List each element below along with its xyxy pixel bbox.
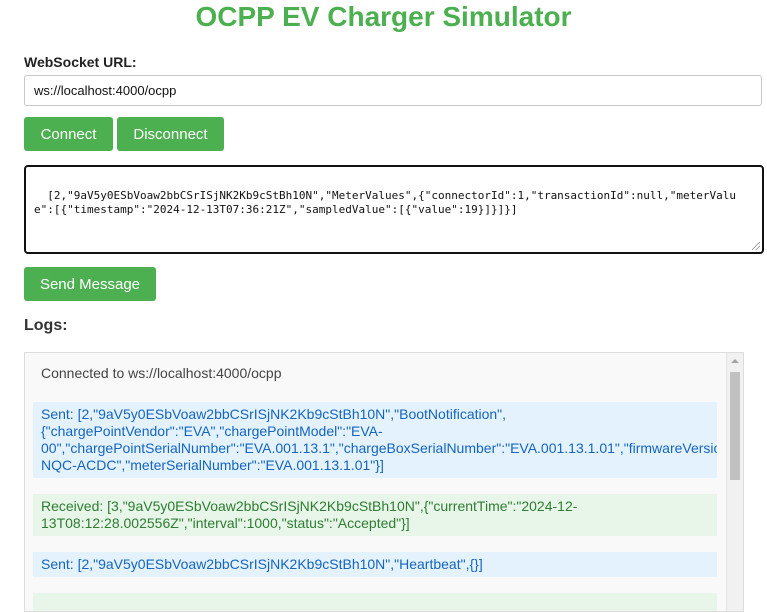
log-line: 13T08:12:28.002556Z","interval":1000,"st… [41, 515, 410, 531]
websocket-url-input[interactable]: ws://localhost:4000/ocpp [24, 75, 762, 106]
log-line: Sent: [2,"9aV5y0ESbVoaw2bbCSrISjNK2Kb9cS… [41, 406, 507, 422]
scroll-thumb[interactable] [730, 372, 740, 480]
log-line: Received: [3,"9aV5y0ESbVoaw2bbCSrISjNK2K… [41, 498, 578, 514]
message-textarea[interactable]: [2,"9aV5y0ESbVoaw2bbCSrISjNK2Kb9cStBh10N… [24, 165, 764, 254]
log-line: 00","chargePointSerialNumber":"EVA.001.1… [41, 440, 717, 456]
log-entry-recv: Received: [3,"9aV5y0ESbVoaw2bbCSrISjNK2K… [33, 494, 717, 536]
log-line: NQC-ACDC","meterSerialNumber":"EVA.001.1… [41, 457, 384, 473]
disconnect-button[interactable]: Disconnect [117, 117, 224, 151]
websocket-url-label: WebSocket URL: [24, 54, 137, 70]
connect-button[interactable]: Connect [24, 117, 113, 151]
log-entry-sent: Sent: [2,"9aV5y0ESbVoaw2bbCSrISjNK2Kb9cS… [33, 402, 717, 478]
logs-panel[interactable]: Connected to ws://localhost:4000/ocpp Sen… [24, 352, 744, 612]
log-entry-sent: Sent: [2,"9aV5y0ESbVoaw2bbCSrISjNK2Kb9cS… [33, 552, 717, 577]
log-line: Sent: [2,"9aV5y0ESbVoaw2bbCSrISjNK2Kb9cS… [41, 556, 483, 572]
logs-list: Connected to ws://localhost:4000/ocpp Sen… [33, 361, 717, 611]
logs-scrollbar[interactable] [726, 353, 743, 611]
scroll-up-arrow-icon[interactable] [727, 353, 743, 369]
log-line: Connected to ws://localhost:4000/ocpp [41, 365, 282, 381]
log-entry-info: Connected to ws://localhost:4000/ocpp [33, 361, 717, 386]
logs-heading: Logs: [24, 317, 68, 334]
log-entry-recv [33, 593, 717, 611]
log-line: {"chargePointVendor":"EVA","chargePointM… [41, 423, 383, 439]
page-title: OCPP EV Charger Simulator [195, 1, 572, 32]
resize-handle[interactable] [752, 242, 760, 250]
message-text: [2,"9aV5y0ESbVoaw2bbCSrISjNK2Kb9cStBh10N… [34, 189, 736, 216]
send-message-button[interactable]: Send Message [24, 267, 156, 301]
